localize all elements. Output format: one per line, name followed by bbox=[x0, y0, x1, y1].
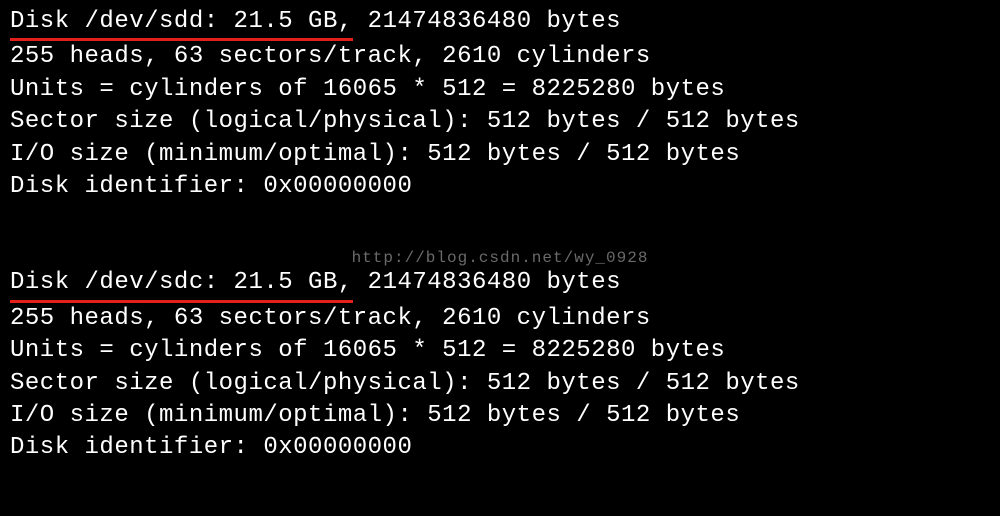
disk2-header-highlight: Disk /dev/sdc: 21.5 GB, bbox=[10, 267, 353, 302]
disk1-header-highlight: Disk /dev/sdd: 21.5 GB, bbox=[10, 6, 353, 41]
disk1-units: Units = cylinders of 16065 * 512 = 82252… bbox=[10, 74, 990, 106]
watermark-text: http://blog.csdn.net/wy_0928 bbox=[352, 248, 649, 270]
disk2-geometry: 255 heads, 63 sectors/track, 2610 cylind… bbox=[10, 303, 990, 335]
disk1-header: Disk /dev/sdd: 21.5 GB, 21474836480 byte… bbox=[10, 6, 990, 41]
disk2-io-size: I/O size (minimum/optimal): 512 bytes / … bbox=[10, 400, 990, 432]
disk1-geometry: 255 heads, 63 sectors/track, 2610 cylind… bbox=[10, 41, 990, 73]
disk2-header-rest: 21474836480 bytes bbox=[353, 269, 621, 296]
disk2-sector-size: Sector size (logical/physical): 512 byte… bbox=[10, 368, 990, 400]
disk1-io-size: I/O size (minimum/optimal): 512 bytes / … bbox=[10, 139, 990, 171]
disk2-units: Units = cylinders of 16065 * 512 = 82252… bbox=[10, 335, 990, 367]
disk2-header: Disk /dev/sdc: 21.5 GB, 21474836480 byte… bbox=[10, 267, 990, 302]
disk2-identifier: Disk identifier: 0x00000000 bbox=[10, 432, 990, 464]
terminal-output: Disk /dev/sdd: 21.5 GB, 21474836480 byte… bbox=[10, 6, 990, 465]
disk1-identifier: Disk identifier: 0x00000000 bbox=[10, 171, 990, 203]
disk1-header-rest: 21474836480 bytes bbox=[353, 8, 621, 35]
blank-separator-1 bbox=[10, 203, 990, 235]
disk1-sector-size: Sector size (logical/physical): 512 byte… bbox=[10, 106, 990, 138]
